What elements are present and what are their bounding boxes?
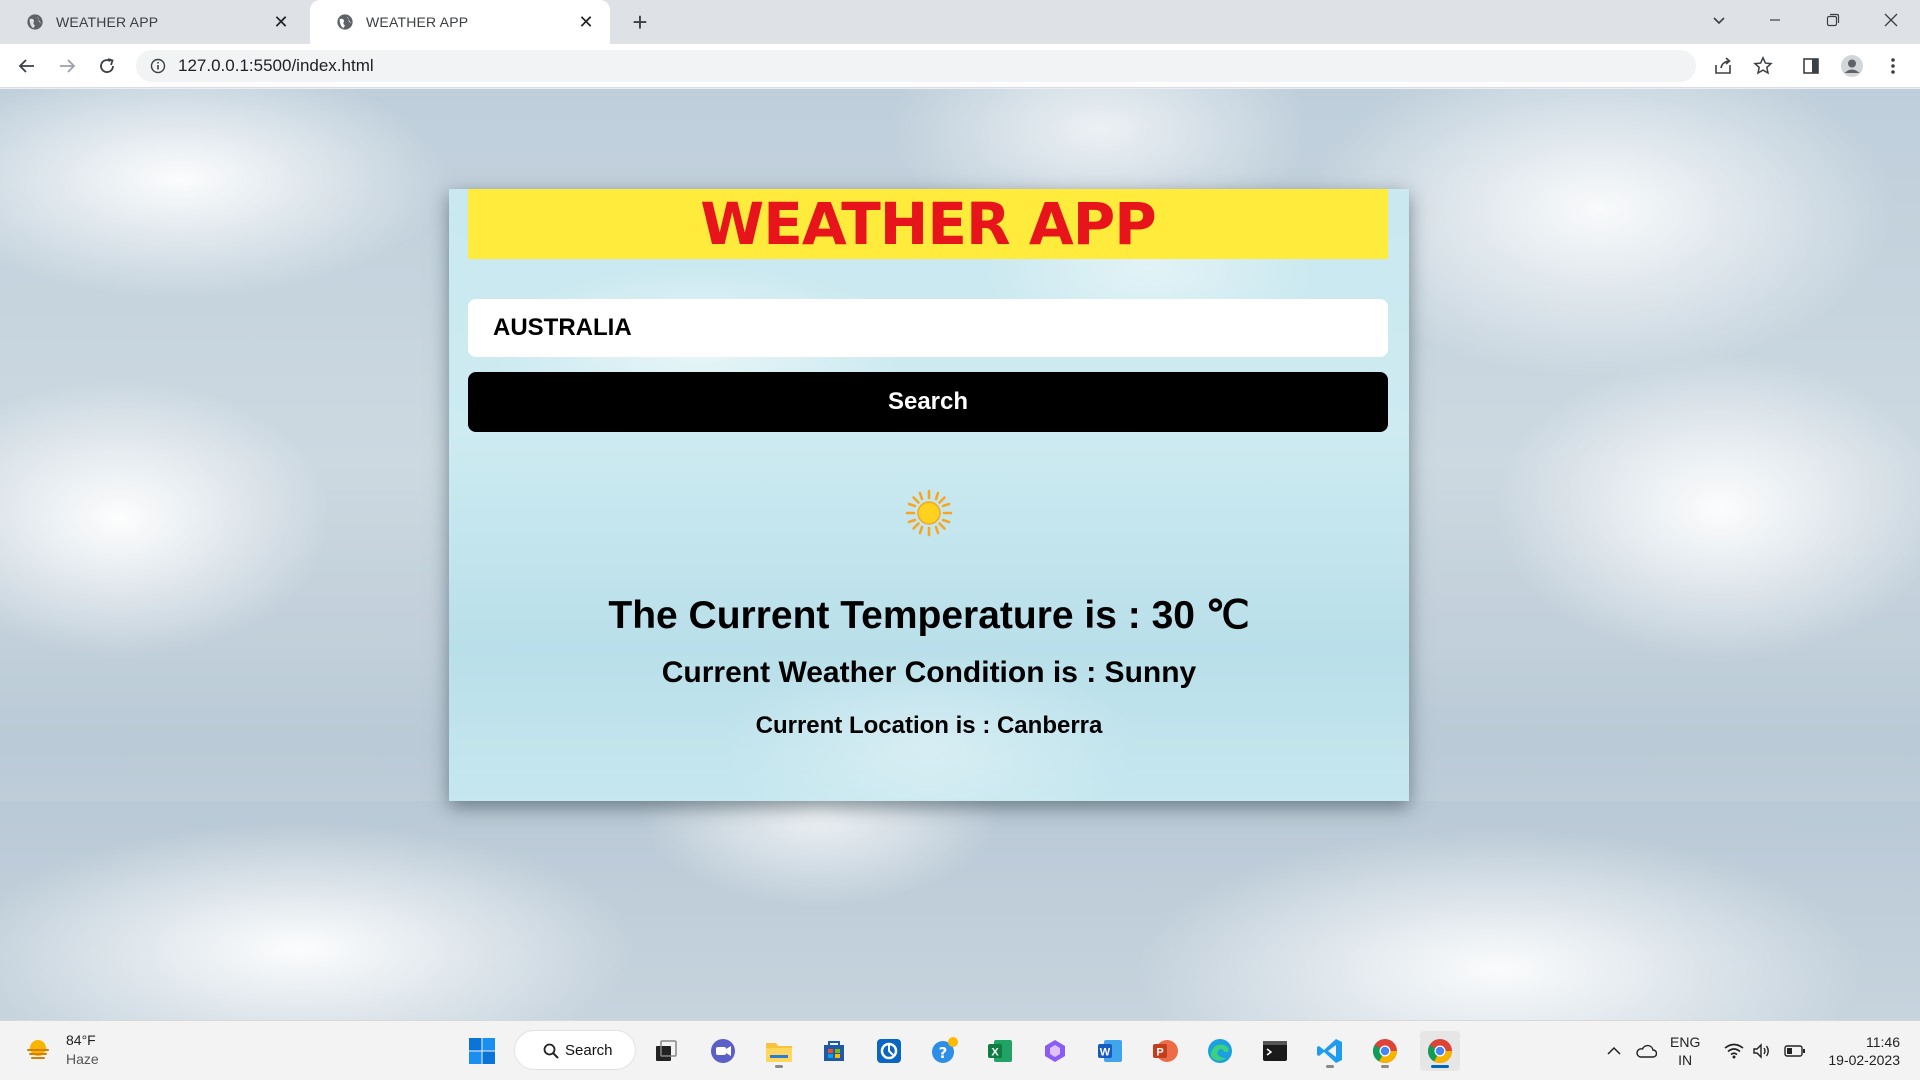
sun-icon <box>905 489 953 537</box>
powerpoint-icon[interactable]: P <box>1145 1031 1185 1071</box>
chrome-icon[interactable] <box>1365 1031 1405 1071</box>
app-title: WEATHER APP <box>468 189 1388 259</box>
back-button[interactable] <box>13 52 41 80</box>
start-icon[interactable] <box>462 1031 502 1071</box>
location-text: Current Location is : Canberra <box>755 712 1103 739</box>
svg-text:W: W <box>1100 1047 1111 1059</box>
svg-text:P: P <box>1156 1047 1163 1059</box>
condition-text: Current Weather Condition is : Sunny <box>661 656 1197 689</box>
weather-widget[interactable]: 84°F Haze <box>24 1031 99 1069</box>
taskbar-weather-temp: 84°F <box>66 1032 96 1048</box>
tab-search-chevron-icon[interactable] <box>1696 0 1742 40</box>
word-icon[interactable]: W <box>1090 1031 1130 1071</box>
battery-icon[interactable] <box>1775 1031 1815 1071</box>
address-bar[interactable]: 127.0.0.1:5500/index.html <box>136 50 1696 82</box>
language-line2: IN <box>1678 1052 1693 1068</box>
tab-title: WEATHER APP <box>56 14 159 30</box>
page-viewport: WEATHER APP Search The Current Temperatu… <box>0 89 1920 1020</box>
browser-tab-2[interactable]: WEATHER APP ✕ <box>310 0 610 44</box>
minimize-button[interactable] <box>1752 0 1798 40</box>
file-explorer-icon[interactable] <box>759 1031 799 1071</box>
copilot-icon[interactable] <box>1035 1031 1075 1071</box>
onedrive-cloud-icon[interactable] <box>1626 1031 1666 1071</box>
svg-text:?: ? <box>939 1044 948 1062</box>
close-window-button[interactable] <box>1868 0 1914 40</box>
restore-button[interactable] <box>1810 0 1856 40</box>
bookmark-star-icon[interactable] <box>1749 52 1777 80</box>
edge-icon[interactable] <box>1200 1031 1240 1071</box>
side-panel-icon[interactable] <box>1797 52 1825 80</box>
info-icon[interactable] <box>150 58 166 74</box>
browser-tab-1[interactable]: WEATHER APP ✕ <box>0 0 305 44</box>
svg-text:X: X <box>991 1047 999 1059</box>
new-tab-button[interactable]: + <box>624 6 656 38</box>
excel-icon[interactable]: X <box>980 1031 1020 1071</box>
url-text: 127.0.0.1:5500/index.html <box>178 56 374 75</box>
browser-tab-strip: WEATHER APP ✕ WEATHER APP ✕ + <box>0 0 1920 44</box>
meet-icon[interactable] <box>703 1031 743 1071</box>
taskbar-search-label: Search <box>565 1041 613 1059</box>
weather-card: WEATHER APP Search The Current Temperatu… <box>449 189 1409 801</box>
search-icon <box>543 1043 559 1059</box>
globe-icon <box>337 14 353 30</box>
browser-toolbar: 127.0.0.1:5500/index.html <box>0 44 1920 88</box>
terminal-icon[interactable] <box>1255 1031 1295 1071</box>
system-clock[interactable]: 11:46 19-02-2023 <box>1820 1033 1900 1069</box>
reload-button[interactable] <box>93 52 121 80</box>
globe-icon <box>27 14 43 30</box>
taskbar-search[interactable]: Search <box>514 1030 636 1070</box>
task-view-icon[interactable] <box>646 1031 686 1071</box>
close-tab-icon[interactable]: ✕ <box>576 12 596 33</box>
chrome-icon[interactable] <box>1420 1031 1460 1071</box>
app-icon[interactable] <box>869 1031 909 1071</box>
menu-kebab-icon[interactable] <box>1879 52 1907 80</box>
country-search-input[interactable] <box>468 299 1388 357</box>
profile-avatar-icon[interactable] <box>1838 52 1866 80</box>
haze-sun-icon <box>27 1040 49 1059</box>
tips-icon[interactable]: ? <box>925 1031 965 1071</box>
language-line1: ENG <box>1670 1034 1701 1050</box>
forward-button[interactable] <box>53 52 81 80</box>
store-icon[interactable] <box>814 1031 854 1071</box>
temperature-text: The Current Temperature is : 30 ℃ <box>608 594 1250 637</box>
close-tab-icon[interactable]: ✕ <box>271 12 291 33</box>
vscode-icon[interactable] <box>1310 1031 1350 1071</box>
search-button[interactable]: Search <box>468 372 1388 432</box>
taskbar-weather-condition: Haze <box>66 1051 99 1067</box>
language-indicator[interactable]: ENG IN <box>1670 1033 1700 1069</box>
clock-time: 11:46 <box>1866 1034 1900 1050</box>
tab-title: WEATHER APP <box>366 14 469 30</box>
share-icon[interactable] <box>1709 52 1737 80</box>
clock-date: 19-02-2023 <box>1828 1052 1900 1068</box>
taskbar: 84°F Haze Search ? X W P ENG IN 11:46 19… <box>0 1020 1920 1080</box>
